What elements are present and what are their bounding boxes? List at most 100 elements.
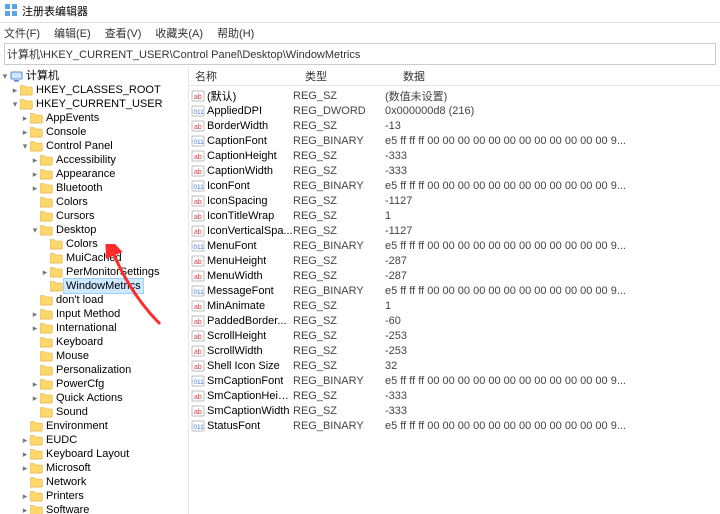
value-data: -333 xyxy=(385,405,720,417)
list-row[interactable]: abScrollHeightREG_SZ-253 xyxy=(189,328,720,343)
expand-icon[interactable]: ▸ xyxy=(30,167,40,181)
value-type: REG_BINARY xyxy=(293,375,385,387)
tree-item[interactable]: ▸EUDC xyxy=(0,433,188,447)
list-row[interactable]: abCaptionWidthREG_SZ-333 xyxy=(189,163,720,178)
list-row[interactable]: abMenuWidthREG_SZ-287 xyxy=(189,268,720,283)
list-view[interactable]: 名称 类型 数据 ab(默认)REG_SZ(数值未设置)011AppliedDP… xyxy=(189,67,720,514)
tree-item[interactable]: Cursors xyxy=(0,209,188,223)
tree-item[interactable]: Mouse xyxy=(0,349,188,363)
expand-icon[interactable]: ▸ xyxy=(30,391,40,405)
value-icon: 011 xyxy=(189,104,207,118)
tree-item[interactable]: ▸PerMonitorSettings xyxy=(0,265,188,279)
tree-control-panel[interactable]: ▾Control Panel xyxy=(0,139,188,153)
expand-icon[interactable]: ▸ xyxy=(20,503,30,514)
list-row[interactable]: abScrollWidthREG_SZ-253 xyxy=(189,343,720,358)
tree-label: MuiCached xyxy=(64,251,124,265)
tree-item[interactable]: Sound xyxy=(0,405,188,419)
tree-hkcr[interactable]: ▸HKEY_CLASSES_ROOT xyxy=(0,83,188,97)
expand-icon[interactable]: ▸ xyxy=(30,321,40,335)
column-name[interactable]: 名称 xyxy=(189,68,299,84)
list-row[interactable]: abSmCaptionHeig...REG_SZ-333 xyxy=(189,388,720,403)
tree-hkcu[interactable]: ▾HKEY_CURRENT_USER xyxy=(0,97,188,111)
menu-favorites[interactable]: 收藏夹(A) xyxy=(155,25,203,41)
expand-icon[interactable]: ▸ xyxy=(20,489,30,503)
expand-icon[interactable]: ▸ xyxy=(20,461,30,475)
tree-item[interactable]: ▸PowerCfg xyxy=(0,377,188,391)
tree-root[interactable]: ▾计算机 xyxy=(0,69,188,83)
column-data[interactable]: 数据 xyxy=(397,68,720,84)
expand-icon[interactable]: ▸ xyxy=(10,83,20,97)
tree-item[interactable]: ▸AppEvents xyxy=(0,111,188,125)
list-row[interactable]: abBorderWidthREG_SZ-13 xyxy=(189,118,720,133)
list-row[interactable]: 011SmCaptionFontREG_BINARYe5 ff ff ff 00… xyxy=(189,373,720,388)
value-type: REG_BINARY xyxy=(293,135,385,147)
tree-item[interactable]: ▸Appearance xyxy=(0,167,188,181)
expand-icon[interactable]: ▾ xyxy=(30,223,40,237)
column-type[interactable]: 类型 xyxy=(299,68,397,84)
list-row[interactable]: abIconSpacingREG_SZ-1127 xyxy=(189,193,720,208)
tree-item[interactable]: ▸Quick Actions xyxy=(0,391,188,405)
tree-item[interactable]: ▸Bluetooth xyxy=(0,181,188,195)
list-row[interactable]: 011CaptionFontREG_BINARYe5 ff ff ff 00 0… xyxy=(189,133,720,148)
value-icon: ab xyxy=(189,194,207,208)
list-row[interactable]: abPaddedBorder...REG_SZ-60 xyxy=(189,313,720,328)
tree-windowmetrics[interactable]: WindowMetrics xyxy=(0,279,188,293)
tree-item[interactable]: Colors xyxy=(0,195,188,209)
list-row[interactable]: abMinAnimateREG_SZ1 xyxy=(189,298,720,313)
value-name: SmCaptionHeig... xyxy=(207,390,293,402)
expand-icon[interactable]: ▸ xyxy=(40,265,50,279)
tree-item[interactable]: Network xyxy=(0,475,188,489)
expand-icon[interactable]: ▸ xyxy=(30,377,40,391)
tree-item[interactable]: Colors xyxy=(0,237,188,251)
expand-icon[interactable]: ▾ xyxy=(10,97,20,111)
address-bar[interactable]: 计算机\HKEY_CURRENT_USER\Control Panel\Desk… xyxy=(4,43,716,65)
list-row[interactable]: 011AppliedDPIREG_DWORD0x000000d8 (216) xyxy=(189,103,720,118)
menu-view[interactable]: 查看(V) xyxy=(105,25,142,41)
folder-icon xyxy=(30,491,44,502)
tree-view[interactable]: ▾计算机▸HKEY_CLASSES_ROOT▾HKEY_CURRENT_USER… xyxy=(0,67,189,514)
list-row[interactable]: abCaptionHeightREG_SZ-333 xyxy=(189,148,720,163)
list-row[interactable]: abIconTitleWrapREG_SZ1 xyxy=(189,208,720,223)
tree-item[interactable]: Keyboard xyxy=(0,335,188,349)
tree-item[interactable]: ▸Console xyxy=(0,125,188,139)
expand-icon[interactable]: ▸ xyxy=(30,181,40,195)
expand-icon[interactable]: ▸ xyxy=(30,307,40,321)
list-row[interactable]: abMenuHeightREG_SZ-287 xyxy=(189,253,720,268)
tree-item[interactable]: Environment xyxy=(0,419,188,433)
folder-icon xyxy=(40,393,54,404)
value-type: REG_SZ xyxy=(293,390,385,402)
tree-label: Mouse xyxy=(54,349,91,363)
list-row[interactable]: 011IconFontREG_BINARYe5 ff ff ff 00 00 0… xyxy=(189,178,720,193)
svg-text:ab: ab xyxy=(194,124,202,131)
expand-icon[interactable]: ▾ xyxy=(20,139,30,153)
tree-item[interactable]: ▸Keyboard Layout xyxy=(0,447,188,461)
list-row[interactable]: 011StatusFontREG_BINARYe5 ff ff ff 00 00… xyxy=(189,418,720,433)
tree-item[interactable]: ▸International xyxy=(0,321,188,335)
tree-desktop[interactable]: ▾Desktop xyxy=(0,223,188,237)
tree-item[interactable]: ▸Microsoft xyxy=(0,461,188,475)
value-type: REG_SZ xyxy=(293,360,385,372)
tree-item[interactable]: ▸Input Method xyxy=(0,307,188,321)
expand-icon[interactable]: ▾ xyxy=(0,69,10,83)
list-row[interactable]: 011MessageFontREG_BINARYe5 ff ff ff 00 0… xyxy=(189,283,720,298)
list-row[interactable]: abIconVerticalSpa...REG_SZ-1127 xyxy=(189,223,720,238)
tree-item[interactable]: MuiCached xyxy=(0,251,188,265)
tree-item[interactable]: don't load xyxy=(0,293,188,307)
menu-help[interactable]: 帮助(H) xyxy=(217,25,254,41)
list-row[interactable]: abShell Icon SizeREG_SZ32 xyxy=(189,358,720,373)
tree-item[interactable]: ▸Software xyxy=(0,503,188,514)
tree-item[interactable]: ▸Printers xyxy=(0,489,188,503)
expand-icon[interactable]: ▸ xyxy=(20,447,30,461)
expand-icon[interactable]: ▸ xyxy=(20,125,30,139)
expand-icon[interactable]: ▸ xyxy=(20,111,30,125)
expand-icon[interactable]: ▸ xyxy=(30,153,40,167)
tree-item[interactable]: Personalization xyxy=(0,363,188,377)
list-row[interactable]: ab(默认)REG_SZ(数值未设置) xyxy=(189,88,720,103)
list-row[interactable]: abSmCaptionWidthREG_SZ-333 xyxy=(189,403,720,418)
menu-file[interactable]: 文件(F) xyxy=(4,25,40,41)
menu-edit[interactable]: 编辑(E) xyxy=(54,25,91,41)
list-row[interactable]: 011MenuFontREG_BINARYe5 ff ff ff 00 00 0… xyxy=(189,238,720,253)
tree-item[interactable]: ▸Accessibility xyxy=(0,153,188,167)
tree-label: Keyboard xyxy=(54,335,105,349)
expand-icon[interactable]: ▸ xyxy=(20,433,30,447)
